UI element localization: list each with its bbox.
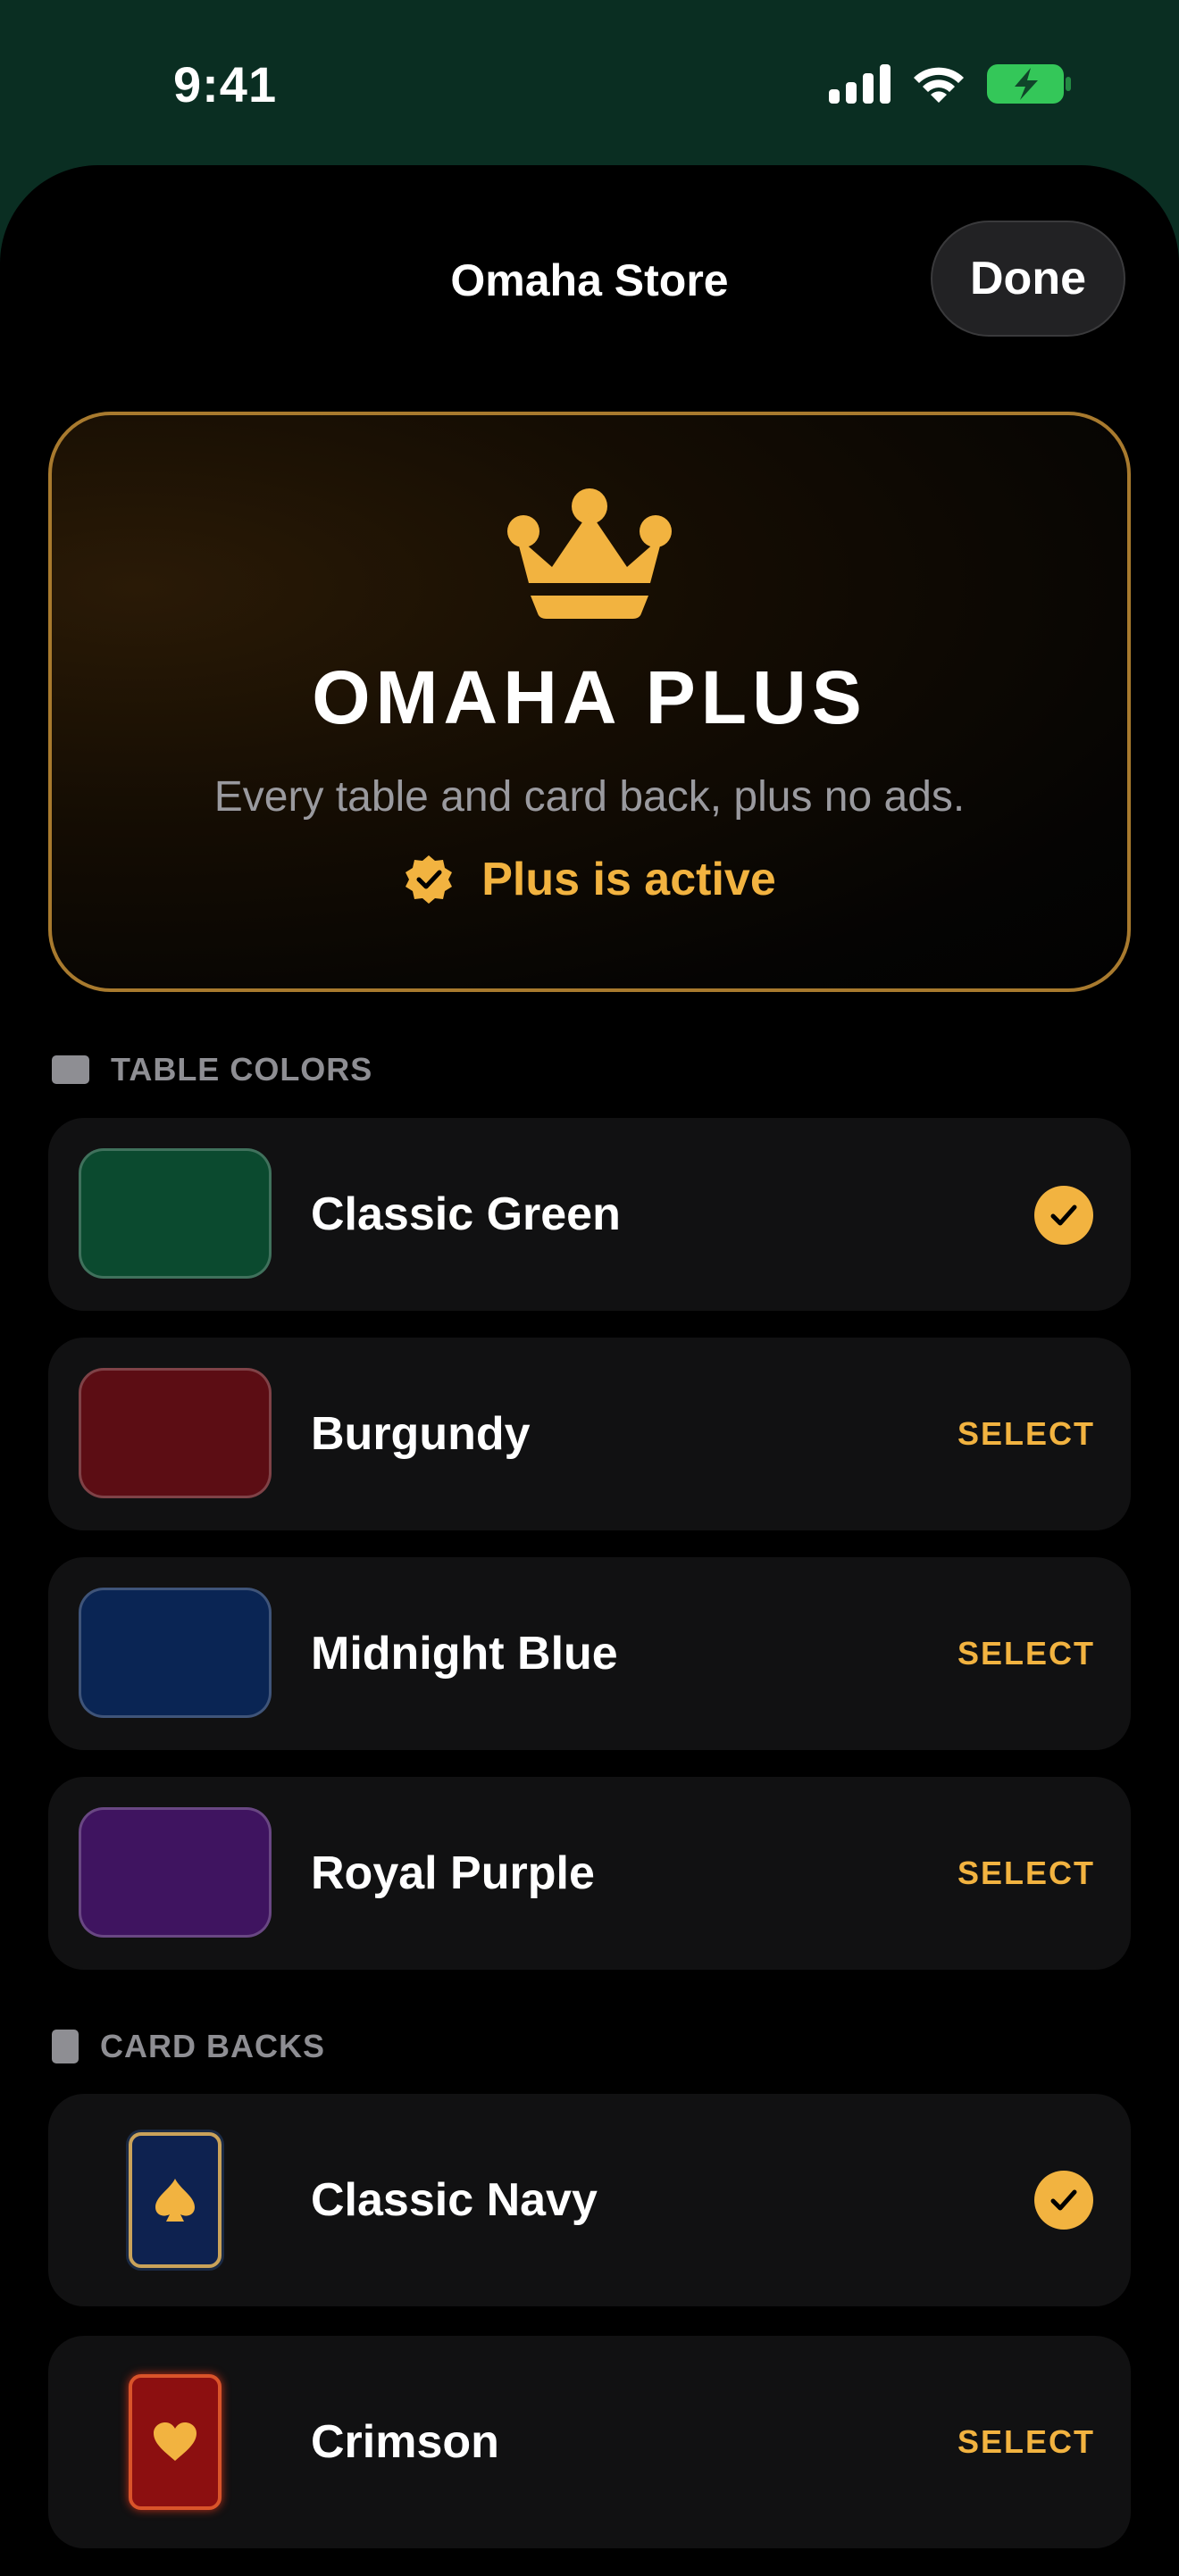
select-button[interactable]: SELECT [957,2336,1095,2548]
select-button[interactable]: SELECT [957,1777,1095,1970]
done-button[interactable]: Done [931,221,1125,337]
plus-status: Plus is active [52,853,1127,906]
color-swatch [79,1588,272,1718]
table-swatch-icon [52,1055,89,1084]
store-sheet: Omaha Store Done OMAHA PLUS Every table … [0,165,1179,2576]
card-back-preview [129,2374,222,2510]
wifi-icon [914,67,964,103]
battery-charging-icon [987,64,1071,104]
row-label: Classic Navy [311,2174,598,2226]
table-color-row-classic-green[interactable]: Classic Green [48,1118,1131,1311]
status-icons [829,63,1072,105]
card-back-preview [129,2132,222,2268]
row-label: Royal Purple [311,1847,595,1899]
plus-title: OMAHA PLUS [312,655,867,739]
table-color-row-midnight-blue[interactable]: Midnight Blue SELECT [48,1557,1131,1750]
checkmark-icon [1034,1186,1093,1245]
row-label: Midnight Blue [311,1628,618,1680]
select-button[interactable]: SELECT [957,1557,1095,1750]
card-backs-title: CARD BACKS [100,2028,325,2064]
plus-subtitle: Every table and card back, plus no ads. [213,773,966,821]
select-button[interactable]: SELECT [957,1338,1095,1530]
spade-icon [155,2179,195,2222]
plus-status-label: Plus is active [481,854,776,905]
card-back-icon [52,2030,79,2063]
table-colors-header: TABLE COLORS [52,1051,372,1088]
color-swatch [79,1368,272,1498]
heart-icon [154,2422,196,2461]
row-label: Burgundy [311,1408,531,1460]
color-swatch [79,1807,272,1938]
card-backs-header: CARD BACKS [52,2028,325,2065]
cellular-signal-icon [829,64,891,104]
status-time: 9:41 [173,56,278,113]
table-color-row-royal-purple[interactable]: Royal Purple SELECT [48,1777,1131,1970]
crown-icon [507,488,672,619]
omaha-plus-card: OMAHA PLUS Every table and card back, pl… [48,412,1131,992]
table-color-row-burgundy[interactable]: Burgundy SELECT [48,1338,1131,1530]
status-bar: 9:41 [0,0,1179,170]
row-label: Classic Green [311,1188,621,1240]
checkmark-icon [1034,2171,1093,2230]
table-colors-title: TABLE COLORS [111,1051,373,1088]
row-label: Crimson [311,2416,499,2468]
verified-badge-icon [406,855,453,904]
color-swatch [79,1148,272,1279]
card-back-row-crimson[interactable]: Crimson SELECT [48,2336,1131,2548]
card-back-row-classic-navy[interactable]: Classic Navy [48,2094,1131,2306]
